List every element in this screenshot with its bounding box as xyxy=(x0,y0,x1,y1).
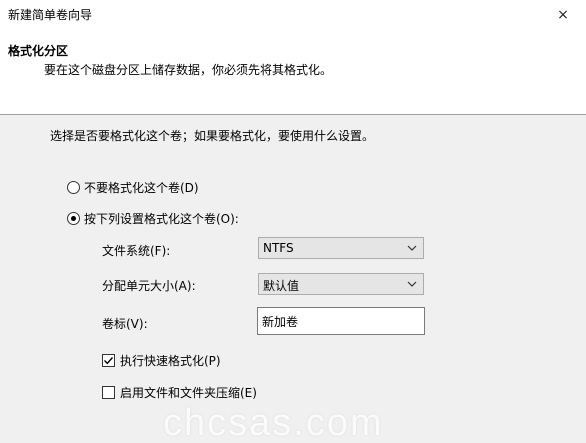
volume-label-value: 新加卷 xyxy=(262,315,299,329)
volume-label-label: 卷标(V): xyxy=(102,317,148,331)
radio-no-format-indicator[interactable] xyxy=(67,181,80,194)
volume-label-input[interactable]: 新加卷 xyxy=(257,307,425,335)
instruction-text: 选择是否要格式化这个卷；如果要格式化，要使用什么设置。 xyxy=(50,129,375,143)
window-title: 新建简单卷向导 xyxy=(8,8,93,22)
quick-format-checkbox[interactable] xyxy=(102,354,115,367)
allocation-unit-value: 默认值 xyxy=(263,279,300,293)
quick-format-checkbox-row[interactable]: 执行快速格式化(P) xyxy=(102,352,221,369)
quick-format-label: 执行快速格式化(P) xyxy=(120,354,221,368)
radio-format-label: 按下列设置格式化这个卷(O): xyxy=(84,212,239,226)
checkmark-icon xyxy=(104,357,114,365)
compression-label: 启用文件和文件夹压缩(E) xyxy=(120,386,257,400)
file-system-select[interactable]: NTFS xyxy=(258,237,424,259)
chevron-down-icon xyxy=(407,281,417,287)
watermark-text: chcsas.com xyxy=(163,402,384,443)
allocation-unit-label: 分配单元大小(A): xyxy=(102,279,196,293)
wizard-header: 格式化分区 要在这个磁盘分区上储存数据，你必须先将其格式化。 xyxy=(0,30,586,115)
wizard-content: 选择是否要格式化这个卷；如果要格式化，要使用什么设置。 不要格式化这个卷(D) … xyxy=(0,115,586,443)
radio-format[interactable]: 按下列设置格式化这个卷(O): xyxy=(67,210,239,227)
page-subheading: 要在这个磁盘分区上储存数据，你必须先将其格式化。 xyxy=(44,63,333,77)
radio-no-format[interactable]: 不要格式化这个卷(D) xyxy=(67,179,199,196)
file-system-value: NTFS xyxy=(263,241,294,255)
compression-checkbox[interactable] xyxy=(102,386,115,399)
close-icon: × xyxy=(557,7,569,23)
radio-no-format-label: 不要格式化这个卷(D) xyxy=(84,181,199,195)
radio-format-indicator[interactable] xyxy=(67,212,80,225)
file-system-label: 文件系统(F): xyxy=(102,244,171,258)
close-button[interactable]: × xyxy=(540,0,586,30)
compression-checkbox-row[interactable]: 启用文件和文件夹压缩(E) xyxy=(102,384,257,401)
wizard-window: 新建简单卷向导 × 格式化分区 要在这个磁盘分区上储存数据，你必须先将其格式化。… xyxy=(0,0,586,443)
page-heading: 格式化分区 xyxy=(8,44,69,58)
title-bar: 新建简单卷向导 × xyxy=(0,0,586,30)
allocation-unit-select[interactable]: 默认值 xyxy=(258,273,424,295)
chevron-down-icon xyxy=(407,245,417,251)
